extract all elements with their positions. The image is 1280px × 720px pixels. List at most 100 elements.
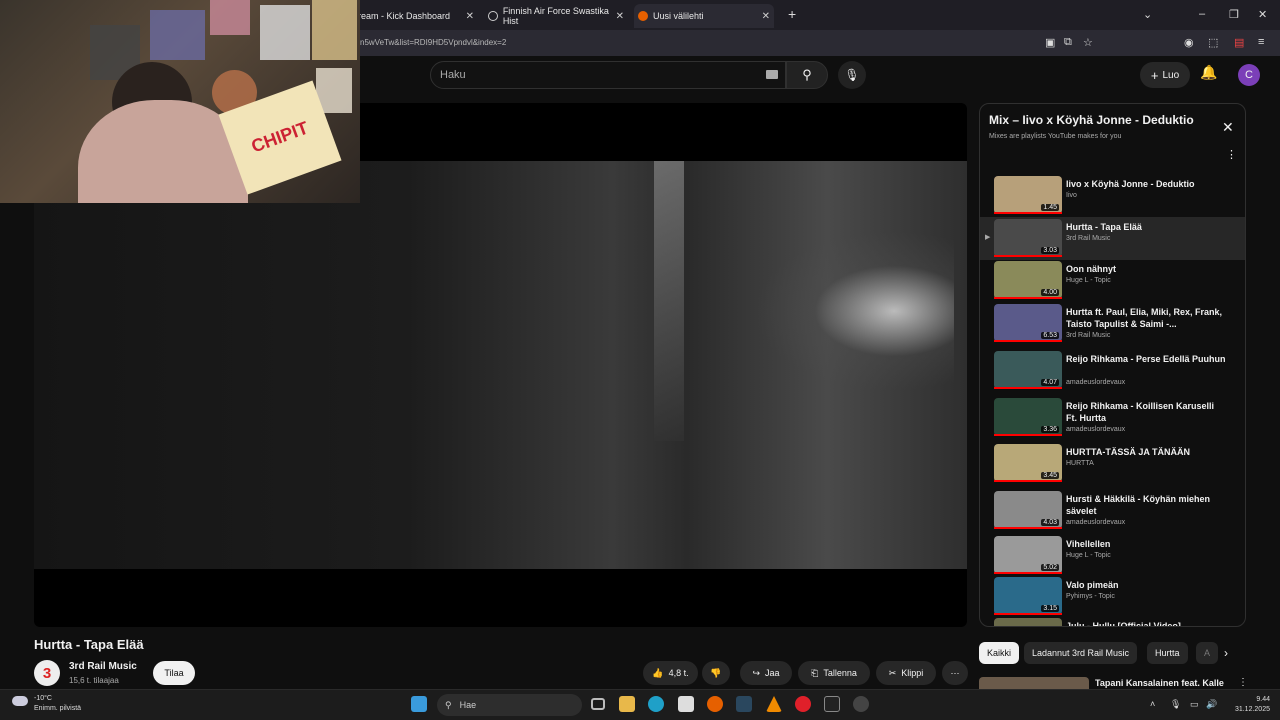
playlist-item-thumbnail[interactable]: 4.03 xyxy=(994,491,1062,529)
playlist-item[interactable]: 5.02 Vihellellen Huge L - Topic xyxy=(980,534,1245,577)
chip-hurtta[interactable]: Hurtta xyxy=(1147,642,1188,664)
system-clock[interactable]: 9.44 31.12.2025 xyxy=(1220,695,1270,715)
tab-finnish-air-force[interactable]: Finnish Air Force Swastika Hist ✕ xyxy=(488,4,624,28)
notifications-bell-icon[interactable]: 🔔 xyxy=(1200,64,1217,81)
scissors-icon: ✂ xyxy=(888,667,897,678)
playlist-item[interactable]: 4.03 Hursti & Häkkilä - Köyhän miehen säv… xyxy=(980,489,1245,532)
picture-in-picture-icon[interactable]: ▣ xyxy=(1045,36,1055,49)
playlist-item-thumbnail[interactable]: 6.53 xyxy=(994,304,1062,342)
more-horizontal-icon: ⋯ xyxy=(950,667,960,678)
playlist-item-thumbnail[interactable]: 3.15 xyxy=(994,577,1062,615)
opera-icon[interactable] xyxy=(795,696,811,712)
playlist-item[interactable]: 4.00 Oon nähnyt Huge L - Topic xyxy=(980,259,1245,302)
channel-avatar[interactable]: 3 xyxy=(34,660,60,686)
account-icon[interactable]: ◉ xyxy=(1184,36,1194,49)
playlist-item[interactable]: 6.53 Hurtta ft. Paul, Elia, Miki, Rex, Fr… xyxy=(980,302,1245,345)
screenshot-icon[interactable]: ⧉ xyxy=(1064,36,1072,49)
more-vertical-icon[interactable]: ⋮ xyxy=(1238,677,1248,688)
create-button[interactable]: + Luo xyxy=(1140,62,1190,88)
close-icon[interactable]: ✕ xyxy=(762,11,770,22)
weather-widget[interactable]: -10°C Enimm. pilvistä xyxy=(34,694,81,714)
playlist-item[interactable]: 3.15 Valo pimeän Pyhimys - Topic xyxy=(980,575,1245,618)
duration-badge: 1.45 xyxy=(1041,204,1059,211)
tab-new-tab[interactable]: Uusi välilehti ✕ xyxy=(634,4,774,28)
maximize-icon[interactable]: ❐ xyxy=(1229,8,1239,21)
playlist-item-title: HURTTA-TÄSSÄ JA TÄNÄÄN xyxy=(1066,447,1190,457)
playlist-title: Mix – Iivo x Köyhä Jonne - Deduktio xyxy=(989,113,1194,127)
clip-button[interactable]: ✂ Klippi xyxy=(876,661,936,685)
save-button[interactable]: ⎗ Tallenna xyxy=(798,661,870,685)
store-icon[interactable] xyxy=(678,696,694,712)
chip-all[interactable]: Kaikki xyxy=(979,642,1020,664)
windows-start-icon[interactable] xyxy=(411,696,427,712)
keyboard-icon[interactable] xyxy=(766,70,778,79)
clock-time: 9.44 xyxy=(1256,696,1270,703)
like-button[interactable]: 👍 4,8 t. xyxy=(643,661,698,685)
extensions-icon[interactable]: ⬚ xyxy=(1208,36,1218,49)
more-vertical-icon[interactable]: ⋮ xyxy=(1226,148,1237,161)
playlist-item[interactable]: Julu - Hullu [Official Video] xyxy=(980,616,1245,626)
addon-icon[interactable]: ▤ xyxy=(1234,36,1244,49)
avatar[interactable]: C xyxy=(1238,64,1260,86)
share-button[interactable]: ↪ Jaa xyxy=(740,661,792,685)
chip-uploaded-by[interactable]: Ladannut 3rd Rail Music xyxy=(1024,642,1138,664)
close-icon[interactable]: ✕ xyxy=(1222,119,1234,136)
file-explorer-icon[interactable] xyxy=(619,696,635,712)
playlist-item[interactable]: 4.07 Reijo Rihkama - Perse Edellä Puuhun a… xyxy=(980,349,1245,392)
watched-progress-bar xyxy=(994,387,1062,389)
create-label: Luo xyxy=(1162,69,1180,81)
volume-icon[interactable]: 🔊 xyxy=(1206,699,1217,710)
close-icon[interactable]: ✕ xyxy=(616,11,624,22)
network-icon[interactable]: ▭ xyxy=(1190,699,1199,710)
chevron-up-icon[interactable]: ˄ xyxy=(1150,699,1155,709)
wall-poster xyxy=(260,5,310,60)
playlist-item-channel: HURTTA xyxy=(1066,460,1094,467)
tab-list-chevron-icon[interactable]: ⌄ xyxy=(1143,8,1152,21)
clip-label: Klippi xyxy=(901,668,924,678)
playlist-panel: Mix – Iivo x Köyhä Jonne - Deduktio Mixe… xyxy=(979,103,1246,627)
new-tab-plus-icon[interactable]: + xyxy=(788,6,796,22)
playlist-item-thumbnail[interactable]: 3.03 xyxy=(994,219,1062,257)
playlist-item-thumbnail[interactable]: 3.45 xyxy=(994,444,1062,482)
taskbar-search[interactable]: ⚲ Hae xyxy=(437,694,582,716)
search-input[interactable]: Haku xyxy=(430,61,786,89)
playlist-item[interactable]: 1.45 Iivo x Köyhä Jonne - Deduktio Iivo xyxy=(980,174,1245,217)
close-icon[interactable]: ✕ xyxy=(466,11,474,22)
playlist-item-thumbnail[interactable]: 4.07 xyxy=(994,351,1062,389)
next-video-title[interactable]: Tapani Kansalainen feat. Kalle xyxy=(1095,678,1224,688)
playlist-item-thumbnail[interactable]: 1.45 xyxy=(994,176,1062,214)
search-button[interactable]: ⚲ xyxy=(786,61,828,89)
window-close-icon[interactable]: ✕ xyxy=(1258,8,1267,21)
playlist-item[interactable]: 3.36 Reijo Rihkama - Koillisen Karuselli … xyxy=(980,396,1245,439)
channel-name[interactable]: 3rd Rail Music xyxy=(69,661,137,672)
terminal-icon[interactable] xyxy=(824,696,840,712)
menu-hamburger-icon[interactable]: ≡ xyxy=(1258,36,1264,48)
playlist-item-thumbnail[interactable] xyxy=(994,618,1062,626)
firefox-icon[interactable] xyxy=(707,696,723,712)
task-view-icon[interactable] xyxy=(591,698,605,710)
chevron-right-icon[interactable]: › xyxy=(1224,646,1228,660)
weather-cloud-icon[interactable] xyxy=(12,696,28,706)
chip-more[interactable]: A xyxy=(1196,642,1218,664)
playlist-item-thumbnail[interactable]: 4.00 xyxy=(994,261,1062,299)
playlist-item-thumbnail[interactable]: 5.02 xyxy=(994,536,1062,574)
obs-icon[interactable] xyxy=(853,696,869,712)
globe-icon xyxy=(488,11,498,21)
watched-progress-bar xyxy=(994,527,1062,529)
tab-kick-dashboard[interactable]: ream - Kick Dashboard ✕ xyxy=(358,4,474,28)
playlist-item[interactable]: ▶ 3.03 Hurtta - Tapa Elää 3rd Rail Music xyxy=(980,217,1245,260)
playlist-item-channel: amadeuslordevaux xyxy=(1066,426,1126,433)
edge-icon[interactable] xyxy=(648,696,664,712)
url-text[interactable]: n5wVeTw&list=RDI9HD5Vpndvl&index=2 xyxy=(360,38,506,47)
subscribe-button[interactable]: Tilaa xyxy=(153,661,195,685)
bookmark-star-icon[interactable]: ☆ xyxy=(1083,36,1093,49)
microphone-icon[interactable]: 🎙 xyxy=(1170,699,1181,710)
dislike-button[interactable]: 👎 xyxy=(702,661,730,685)
minimize-icon[interactable]: – xyxy=(1199,8,1205,20)
playlist-item[interactable]: 3.45 HURTTA-TÄSSÄ JA TÄNÄÄN HURTTA xyxy=(980,442,1245,485)
more-actions-button[interactable]: ⋯ xyxy=(942,661,968,685)
steam-icon[interactable] xyxy=(736,696,752,712)
vlc-icon[interactable] xyxy=(766,696,782,712)
voice-search-button[interactable]: 🎙 xyxy=(838,61,866,89)
playlist-item-thumbnail[interactable]: 3.36 xyxy=(994,398,1062,436)
